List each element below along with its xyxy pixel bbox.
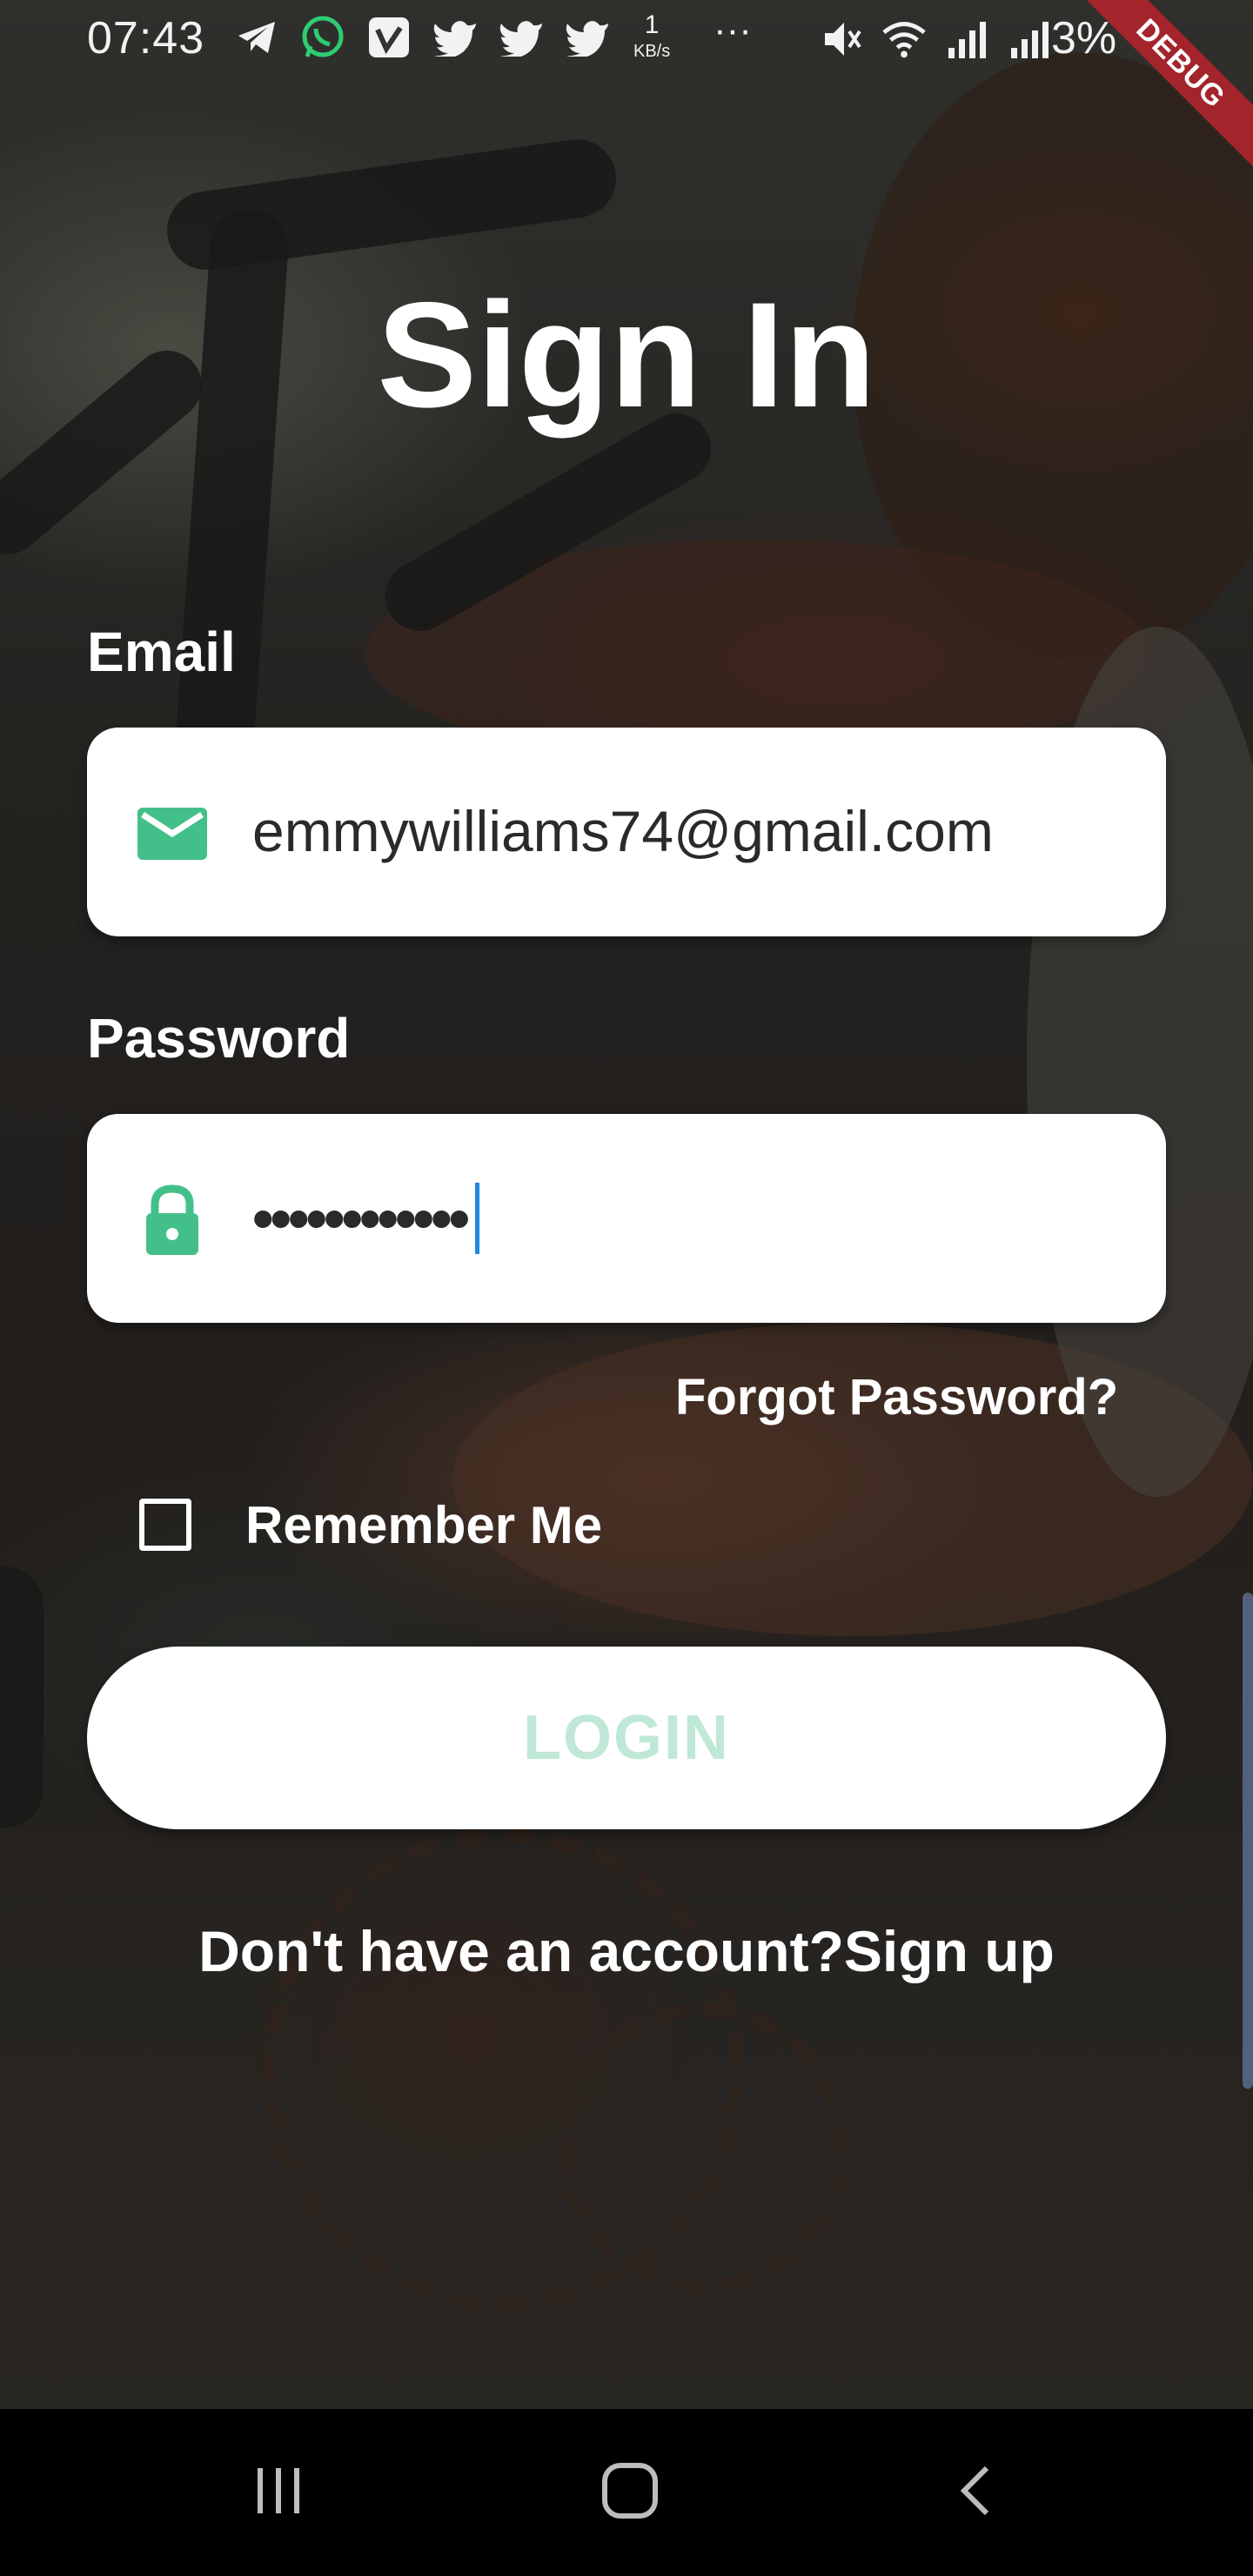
email-label: Email <box>87 621 236 683</box>
password-label: Password <box>87 1007 351 1070</box>
recents-button[interactable] <box>237 2451 320 2534</box>
navigation-bar <box>0 2409 1253 2576</box>
remember-me-checkbox[interactable] <box>139 1499 191 1551</box>
forgot-password-link[interactable]: Forgot Password? <box>675 1368 1118 1426</box>
home-icon <box>600 2460 660 2526</box>
wifi-icon <box>881 16 928 63</box>
mail-icon <box>136 797 209 870</box>
signup-link[interactable]: Sign up <box>844 1919 1055 1983</box>
sign-in-screen: 07:43 1 KB/s ··· 3% DEBUG Sign In Email … <box>0 0 1253 2576</box>
signup-row: Don't have an account?Sign up <box>0 1918 1253 1984</box>
mute-icon <box>818 16 865 63</box>
network-speed-unit: KB/s <box>633 42 671 61</box>
twitter-icon <box>564 14 611 61</box>
notification-icons <box>233 14 611 61</box>
password-dots: •••••••••••• <box>252 1184 470 1252</box>
back-icon <box>952 2465 1004 2521</box>
back-button[interactable] <box>936 2451 1020 2534</box>
email-value: emmywilliams74@gmail.com <box>252 799 994 863</box>
vimeo-icon <box>365 14 412 61</box>
status-time: 07:43 <box>87 13 205 64</box>
more-notifications-icon: ··· <box>714 9 752 51</box>
remember-me-label: Remember Me <box>245 1495 603 1554</box>
login-button[interactable]: LOGIN <box>87 1647 1166 1829</box>
network-speed: 1 KB/s <box>633 12 670 64</box>
remember-me-row[interactable]: Remember Me <box>139 1492 602 1558</box>
status-bar: 07:43 1 KB/s ··· 3% <box>0 0 1253 84</box>
recents-icon <box>252 2465 305 2521</box>
signal-icon <box>1006 16 1053 63</box>
signal-icon <box>943 16 990 63</box>
lock-icon <box>136 1184 209 1257</box>
telegram-icon <box>233 14 280 61</box>
login-button-label: LOGIN <box>523 1703 730 1773</box>
network-speed-value: 1 <box>644 10 660 39</box>
signup-prompt: Don't have an account? <box>198 1919 844 1983</box>
whatsapp-icon <box>299 14 346 61</box>
twitter-icon <box>432 14 479 61</box>
system-icons <box>818 16 1053 63</box>
twitter-icon <box>498 14 545 61</box>
password-field[interactable]: •••••••••••• <box>87 1114 1166 1323</box>
home-button[interactable] <box>588 2451 672 2534</box>
text-caret <box>475 1183 480 1254</box>
email-field[interactable]: emmywilliams74@gmail.com <box>87 728 1166 936</box>
password-value: •••••••••••• <box>252 1166 480 1271</box>
scrollbar[interactable] <box>1243 1593 1253 2089</box>
page-title: Sign In <box>377 272 876 439</box>
